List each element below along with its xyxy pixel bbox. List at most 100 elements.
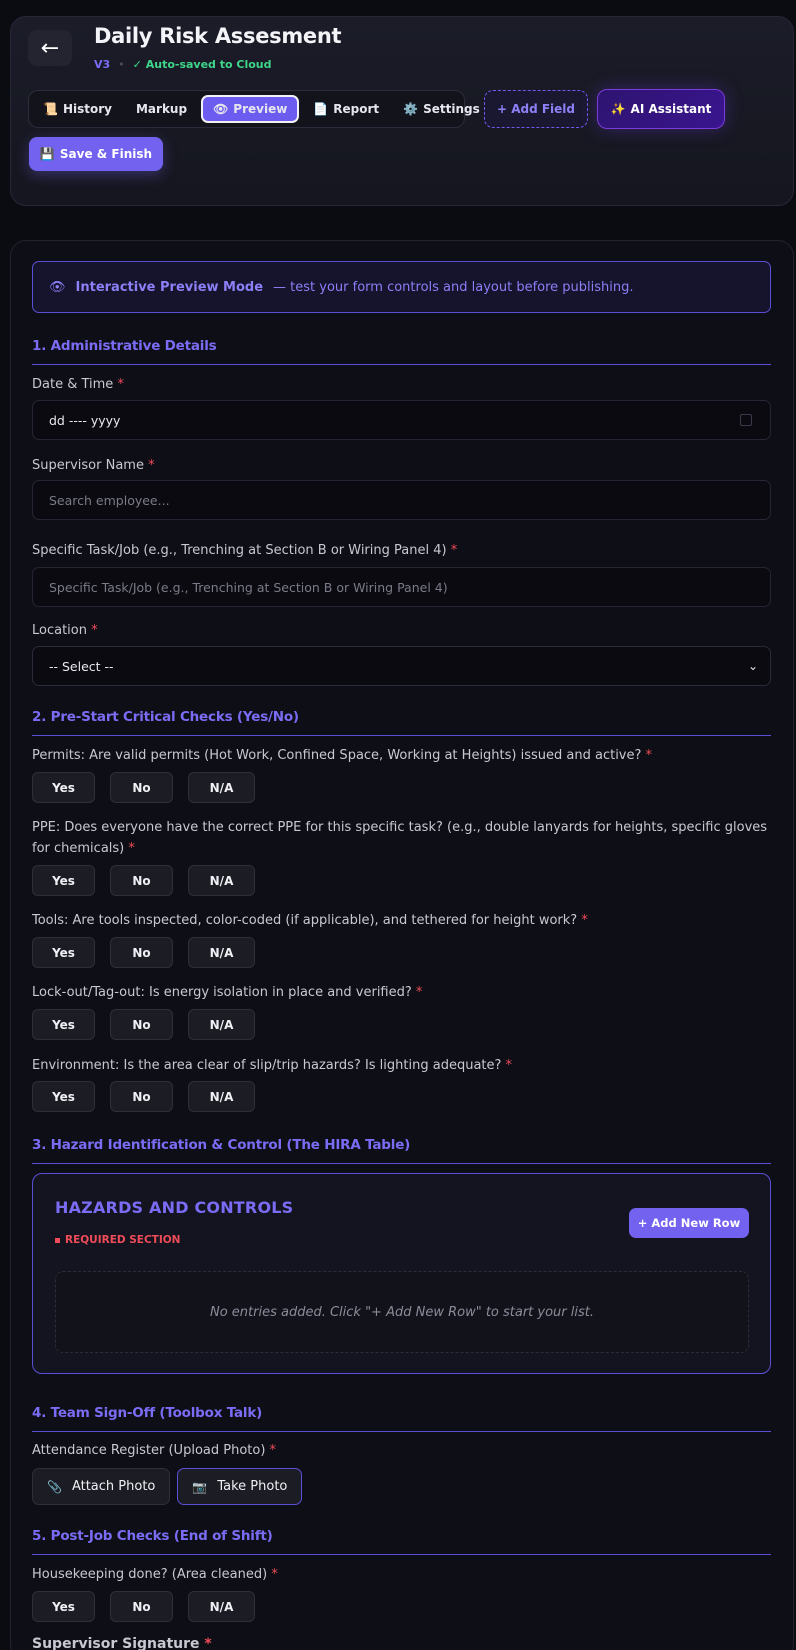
- date-value: dd ---- yyyy: [49, 412, 121, 428]
- ai-assistant-button[interactable]: ✨ AI Assistant: [597, 89, 725, 129]
- location-label: Location *: [32, 620, 771, 641]
- no-button[interactable]: No: [110, 1591, 173, 1622]
- add-new-row-button[interactable]: + Add New Row: [629, 1208, 749, 1238]
- required-mark: *: [117, 377, 124, 392]
- location-selected-value: -- Select --: [49, 658, 114, 674]
- choice-group-ppe: Yes No N/A: [32, 865, 255, 896]
- version-badge: V3: [94, 58, 111, 71]
- tab-bar: 📜 History Markup 👁 Preview 📄 Report ⚙️ S…: [28, 90, 480, 128]
- supervisor-search-input[interactable]: Search employee...: [32, 480, 771, 520]
- eye-icon: 👁: [49, 279, 66, 295]
- banner-title: Interactive Preview Mode: [75, 279, 264, 295]
- yes-button[interactable]: Yes: [32, 1081, 95, 1112]
- field-label: Attendance Register (Upload Photo): [32, 1443, 266, 1458]
- check-question: Permits: Are valid permits (Hot Work, Co…: [32, 745, 771, 766]
- ai-assistant-label: AI Assistant: [630, 102, 712, 116]
- task-label: Specific Task/Job (e.g., Trenching at Se…: [32, 540, 771, 561]
- arrow-left-icon: ←: [40, 35, 60, 61]
- yes-button[interactable]: Yes: [32, 1009, 95, 1040]
- autosave-status: ✓ Auto-saved to Cloud: [132, 58, 272, 71]
- question-text: Environment: Is the area clear of slip/t…: [32, 1058, 502, 1073]
- yes-button[interactable]: Yes: [32, 1591, 95, 1622]
- no-button[interactable]: No: [110, 937, 173, 968]
- supervisor-label: Supervisor Name *: [32, 455, 771, 476]
- yes-button[interactable]: Yes: [32, 772, 95, 803]
- paperclip-icon: 📎: [47, 1479, 62, 1494]
- attach-photo-button[interactable]: 📎 Attach Photo: [32, 1468, 171, 1505]
- chevron-down-icon: ⌄: [747, 659, 758, 673]
- signature-label: Supervisor Signature *: [32, 1634, 771, 1650]
- empty-state: No entries added. Click "+ Add New Row" …: [55, 1271, 749, 1353]
- field-label: Location: [32, 623, 87, 638]
- attendance-label: Attendance Register (Upload Photo) *: [32, 1440, 771, 1461]
- tab-history[interactable]: 📜 History: [33, 95, 122, 123]
- take-photo-button[interactable]: 📷 Take Photo: [177, 1468, 303, 1505]
- required-mark: *: [450, 543, 458, 558]
- attach-photo-label: Attach Photo: [71, 1479, 156, 1494]
- na-button[interactable]: N/A: [188, 937, 255, 968]
- save-finish-label: Save & Finish: [59, 147, 153, 161]
- question-text: PPE: Does everyone have the correct PPE …: [32, 820, 768, 856]
- sparkles-icon: ✨: [610, 102, 626, 116]
- na-button[interactable]: N/A: [188, 772, 255, 803]
- hira-title: HAZARDS AND CONTROLS: [55, 1198, 294, 1217]
- required-mark: *: [415, 985, 423, 1000]
- photo-actions: 📎 Attach Photo 📷 Take Photo: [32, 1468, 303, 1505]
- section-heading-hira: 3. Hazard Identification & Control (The …: [32, 1137, 771, 1164]
- tab-settings[interactable]: ⚙️ Settings: [393, 95, 490, 123]
- field-label: Specific Task/Job (e.g., Trenching at Se…: [32, 543, 447, 558]
- take-photo-label: Take Photo: [217, 1479, 288, 1494]
- field-label: Housekeeping done? (Area cleaned): [32, 1567, 268, 1582]
- tab-markup[interactable]: Markup: [126, 95, 197, 123]
- check-question: Lock-out/Tag-out: Is energy isolation in…: [32, 982, 771, 1003]
- meta-separator: •: [118, 58, 125, 71]
- choice-group-housekeeping: Yes No N/A: [32, 1591, 255, 1622]
- check-question: Tools: Are tools inspected, color-coded …: [32, 910, 771, 931]
- required-square-icon: [55, 1237, 60, 1243]
- section-heading-administrative: 1. Administrative Details: [32, 338, 771, 365]
- tab-preview[interactable]: 👁 Preview: [201, 95, 300, 123]
- required-mark: *: [91, 623, 98, 638]
- choice-group-environment: Yes No N/A: [32, 1081, 255, 1112]
- question-text: Lock-out/Tag-out: Is energy isolation in…: [32, 985, 412, 1000]
- choice-group-permits: Yes No N/A: [32, 772, 255, 803]
- back-button[interactable]: ←: [28, 30, 72, 66]
- banner-text: — test your form controls and layout bef…: [273, 279, 634, 295]
- na-button[interactable]: N/A: [188, 1591, 255, 1622]
- required-mark: *: [645, 748, 653, 763]
- required-mark: *: [204, 1636, 212, 1650]
- yes-button[interactable]: Yes: [32, 865, 95, 896]
- no-button[interactable]: No: [110, 1009, 173, 1040]
- no-button[interactable]: No: [110, 772, 173, 803]
- tab-report[interactable]: 📄 Report: [303, 95, 389, 123]
- check-question: Environment: Is the area clear of slip/t…: [32, 1055, 771, 1076]
- field-label: Date & Time: [32, 377, 114, 392]
- na-button[interactable]: N/A: [188, 1081, 255, 1112]
- page-title: Daily Risk Assesment: [94, 24, 342, 48]
- na-button[interactable]: N/A: [188, 865, 255, 896]
- section-heading-postjob: 5. Post-Job Checks (End of Shift): [32, 1528, 771, 1555]
- choice-group-loto: Yes No N/A: [32, 1009, 255, 1040]
- date-input[interactable]: dd ---- yyyy: [32, 400, 771, 440]
- na-button[interactable]: N/A: [188, 1009, 255, 1040]
- gear-icon: ⚙️: [403, 102, 419, 116]
- save-finish-button[interactable]: 💾 Save & Finish: [29, 137, 163, 171]
- add-field-button[interactable]: + Add Field: [484, 90, 588, 128]
- calendar-icon[interactable]: [740, 414, 752, 426]
- preview-banner: 👁 Interactive Preview Mode — test your f…: [32, 261, 771, 313]
- required-mark: *: [269, 1443, 277, 1458]
- no-button[interactable]: No: [110, 1081, 173, 1112]
- task-input[interactable]: Specific Task/Job (e.g., Trenching at Se…: [32, 567, 771, 607]
- section-heading-prestart: 2. Pre-Start Critical Checks (Yes/No): [32, 709, 771, 736]
- yes-button[interactable]: Yes: [32, 937, 95, 968]
- tab-label: Preview: [233, 102, 288, 116]
- required-section-badge: REQUIRED SECTION: [55, 1234, 180, 1246]
- no-button[interactable]: No: [110, 865, 173, 896]
- document-icon: 📄: [313, 102, 329, 116]
- choice-group-tools: Yes No N/A: [32, 937, 255, 968]
- question-text: Permits: Are valid permits (Hot Work, Co…: [32, 748, 642, 763]
- location-select[interactable]: -- Select -- ⌄: [32, 646, 771, 686]
- tab-label: Settings: [423, 102, 480, 116]
- tab-label: Report: [333, 102, 380, 116]
- camera-icon: 📷: [192, 1479, 208, 1494]
